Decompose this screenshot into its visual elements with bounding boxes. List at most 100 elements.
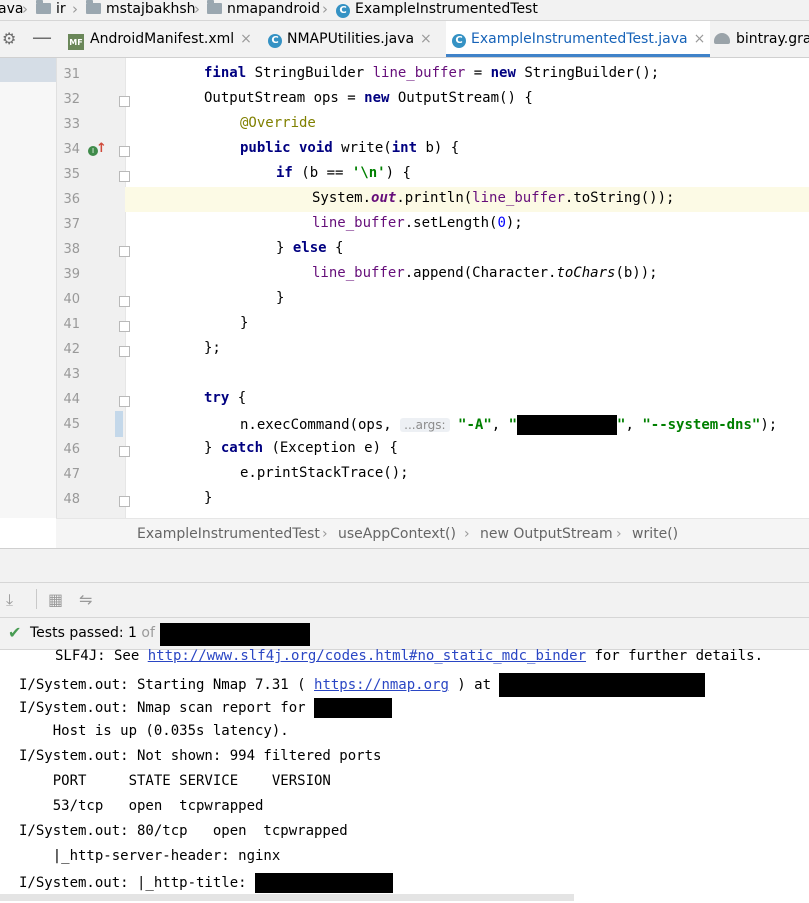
fold-icon[interactable] bbox=[119, 146, 130, 157]
minimize-icon[interactable]: — bbox=[32, 25, 52, 49]
arrow-up-icon: ↑ bbox=[96, 141, 107, 156]
collapse-icon[interactable]: ⇋ bbox=[79, 590, 92, 609]
console-line: I/System.out: Nmap scan report for bbox=[19, 698, 393, 718]
line-number: 34 bbox=[63, 142, 80, 157]
breadcrumb-item[interactable]: C ExampleInstrumentedTest bbox=[336, 1, 538, 18]
breadcrumb-item[interactable]: ir bbox=[36, 0, 66, 17]
run-toolbar: ⤓ ▦ ⇋ bbox=[0, 582, 809, 617]
horizontal-scrollbar[interactable] bbox=[0, 894, 574, 901]
code-line: public void write(int b) { bbox=[240, 140, 460, 156]
toolbar-separator bbox=[36, 589, 37, 609]
code-line: } bbox=[204, 490, 213, 506]
selected-row bbox=[0, 58, 56, 82]
console-link[interactable]: http://www.slf4j.org/codes.html#no_stati… bbox=[148, 648, 586, 664]
code-line: } else { bbox=[276, 240, 344, 256]
line-number: 35 bbox=[63, 167, 80, 182]
close-icon[interactable]: × bbox=[694, 31, 706, 47]
fold-icon[interactable] bbox=[119, 496, 130, 507]
console-line: I/System.out: Starting Nmap 7.31 ( https… bbox=[19, 673, 706, 697]
chevron-right-icon: › bbox=[22, 0, 28, 18]
line-number: 41 bbox=[63, 317, 80, 332]
fold-icon[interactable] bbox=[119, 346, 130, 357]
chevron-right-icon: › bbox=[616, 526, 622, 542]
code-line: final StringBuilder line_buffer = new St… bbox=[204, 65, 660, 81]
fold-icon[interactable] bbox=[119, 246, 130, 257]
line-number: 32 bbox=[63, 92, 80, 107]
fold-icon[interactable] bbox=[119, 321, 130, 332]
tab-example-instrumented-test[interactable]: C ExampleInstrumentedTest.java × bbox=[446, 21, 710, 57]
code-line: } bbox=[276, 290, 285, 306]
java-class-icon: C bbox=[336, 4, 350, 18]
table-icon[interactable]: ▦ bbox=[48, 590, 63, 609]
editor-breadcrumbs: ExampleInstrumentedTest › useAppContext(… bbox=[56, 518, 809, 549]
fold-icon[interactable] bbox=[119, 296, 130, 307]
code-line: line_buffer.append(Character.toChars(b))… bbox=[312, 265, 658, 281]
test-status-text: Tests passed: 1 of 1 bbox=[30, 625, 169, 641]
editor-breadcrumb-item[interactable]: write() bbox=[632, 526, 678, 542]
redacted-block bbox=[499, 673, 706, 697]
chevron-right-icon: › bbox=[464, 526, 470, 542]
tab-nmap-utilities[interactable]: C NMAPUtilities.java × bbox=[268, 21, 432, 57]
editor-tab-bar: ⚙ — MF AndroidManifest.xml × C NMAPUtilitie… bbox=[0, 21, 809, 58]
redacted-block bbox=[255, 873, 394, 893]
parameter-hint: ...args: bbox=[400, 418, 450, 432]
console-line: I/System.out: |_http-title: bbox=[19, 873, 394, 893]
test-status-bar: ✔ Tests passed: 1 of 1 bbox=[0, 617, 809, 650]
line-number: 38 bbox=[63, 242, 80, 257]
line-number: 39 bbox=[63, 267, 80, 282]
close-icon[interactable]: × bbox=[420, 31, 432, 47]
console-line: SLF4J: See http://www.slf4j.org/codes.ht… bbox=[55, 648, 764, 664]
console-line: PORT STATE SERVICE VERSION bbox=[19, 773, 331, 789]
fold-icon[interactable] bbox=[119, 446, 130, 457]
breadcrumb-item[interactable]: ava bbox=[0, 1, 23, 17]
breadcrumb-item[interactable]: nmapandroid bbox=[207, 0, 320, 17]
chevron-right-icon: › bbox=[72, 0, 78, 18]
chevron-right-icon: › bbox=[322, 526, 328, 542]
gear-icon[interactable]: ⚙ bbox=[2, 29, 16, 48]
console-link[interactable]: https://nmap.org bbox=[314, 677, 449, 693]
console-line: |_http-server-header: nginx bbox=[19, 848, 281, 864]
navigation-breadcrumb: ava › ir › mstajbakhsh › nmapandroid › C… bbox=[0, 0, 809, 21]
code-line: n.execCommand(ops, ...args: "-A", " ", "-… bbox=[240, 415, 778, 435]
code-line: } bbox=[240, 315, 249, 331]
line-number: 33 bbox=[63, 117, 80, 132]
java-test-class-icon: C bbox=[452, 34, 466, 48]
code-line: line_buffer.setLength(0); bbox=[312, 215, 523, 231]
fold-icon[interactable] bbox=[119, 96, 130, 107]
breadcrumb-item[interactable]: mstajbakhsh bbox=[86, 0, 196, 17]
java-class-icon: C bbox=[268, 34, 282, 48]
chevron-right-icon: › bbox=[322, 0, 328, 18]
code-line: e.printStackTrace(); bbox=[240, 465, 409, 481]
line-number: 45 bbox=[63, 417, 80, 432]
code-line: @Override bbox=[240, 115, 316, 131]
console-line: 53/tcp open tcpwrapped bbox=[19, 798, 264, 814]
editor-breadcrumb-item[interactable]: new OutputStream bbox=[480, 526, 613, 542]
check-icon: ✔ bbox=[8, 623, 22, 642]
close-icon[interactable]: × bbox=[240, 31, 252, 47]
line-number: 40 bbox=[63, 292, 80, 307]
redacted-block bbox=[517, 415, 618, 435]
code-line: }; bbox=[204, 340, 221, 356]
tab-bintray-gradle[interactable]: bintray.gra bbox=[714, 21, 809, 57]
tab-android-manifest[interactable]: MF AndroidManifest.xml × bbox=[68, 21, 252, 57]
sort-icon[interactable]: ⤓ bbox=[6, 590, 13, 610]
gradle-icon bbox=[714, 33, 730, 44]
code-line: try { bbox=[204, 390, 247, 406]
console-line: Host is up (0.035s latency). bbox=[19, 723, 289, 739]
fold-icon[interactable] bbox=[119, 396, 130, 407]
folder-icon bbox=[86, 0, 101, 14]
folder-icon bbox=[207, 0, 222, 14]
line-number: 36 bbox=[63, 192, 80, 207]
editor-breadcrumb-item[interactable]: useAppContext() bbox=[338, 526, 456, 542]
redacted-block bbox=[160, 623, 310, 646]
editor-breadcrumb-item[interactable]: ExampleInstrumentedTest bbox=[137, 526, 320, 542]
fold-icon[interactable] bbox=[119, 171, 130, 182]
line-number: 47 bbox=[63, 467, 80, 482]
code-line: System.out.println(line_buffer.toString(… bbox=[312, 190, 675, 206]
console-line: I/System.out: Not shown: 994 filtered po… bbox=[19, 748, 382, 764]
line-number: 31 bbox=[63, 67, 80, 82]
panel-divider bbox=[0, 548, 809, 583]
code-line: } catch (Exception e) { bbox=[204, 440, 398, 456]
chevron-right-icon: › bbox=[194, 0, 200, 18]
manifest-file-icon: MF bbox=[68, 34, 84, 50]
